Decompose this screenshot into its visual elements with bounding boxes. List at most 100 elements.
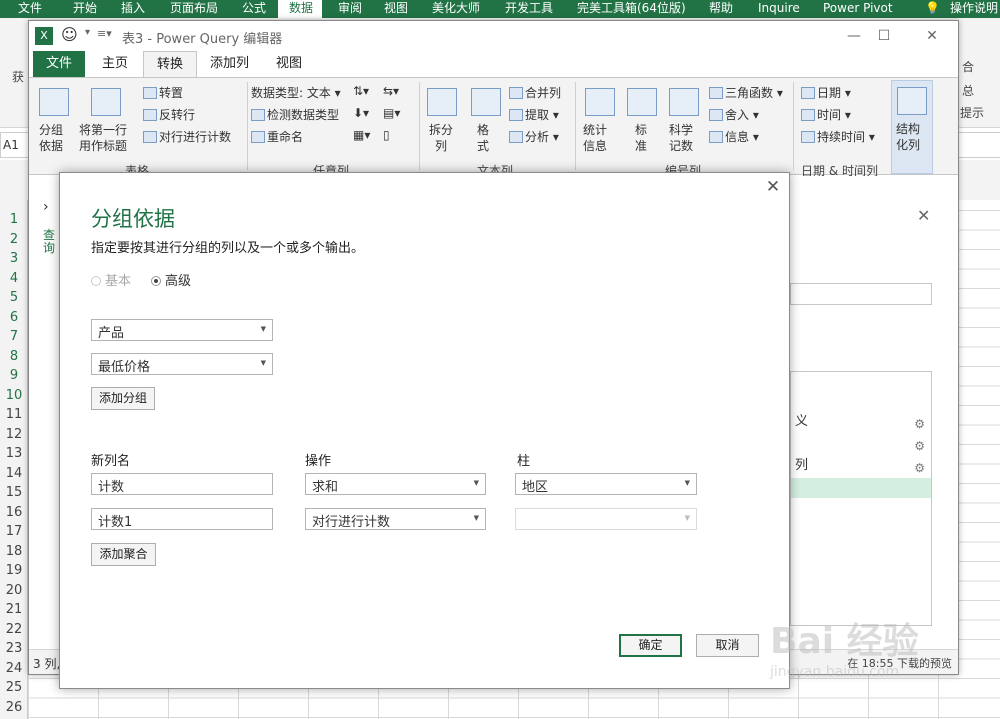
row-header[interactable]: 12 — [0, 427, 28, 442]
gear-icon[interactable]: ⚙ — [914, 458, 925, 478]
date-button[interactable]: 日期 ▾ — [801, 84, 851, 101]
excel-namebox[interactable]: A1 — [0, 132, 30, 158]
count-rows-button[interactable]: 对行进行计数 — [143, 128, 231, 145]
minimize-icon[interactable]: — — [839, 25, 869, 47]
time-button[interactable]: 时间 ▾ — [801, 106, 851, 123]
column-select[interactable]: 地区 — [515, 473, 697, 495]
step-item[interactable]: ⚙ — [791, 434, 931, 454]
unpivot-icon[interactable]: ▯ — [383, 128, 390, 142]
add-group-button[interactable]: 添加分组 — [91, 387, 155, 410]
new-column-name-input[interactable]: 计数1 — [91, 508, 273, 530]
row-header[interactable]: 24 — [0, 661, 28, 676]
excel-tab-developer[interactable]: 开发工具 — [505, 0, 553, 16]
information-button[interactable]: 信息 ▾ — [709, 128, 759, 145]
format-button[interactable]: 格 式 — [477, 122, 489, 154]
row-header[interactable]: 22 — [0, 622, 28, 637]
chevron-down-icon[interactable]: ▾ — [85, 27, 90, 38]
group-by-select-2[interactable]: 最低价格 — [91, 353, 273, 375]
first-row-header-button[interactable]: 将第一行 用作标题 — [79, 122, 127, 154]
query-name-input[interactable] — [790, 283, 932, 305]
maximize-icon[interactable]: ☐ — [869, 25, 899, 47]
data-type-dropdown[interactable]: 数据类型: 文本 ▾ — [251, 84, 341, 101]
reverse-rows-button[interactable]: 反转行 — [143, 106, 195, 123]
new-column-name-input[interactable]: 计数 — [91, 473, 273, 495]
quick-access-icon[interactable]: ≡▾ — [97, 27, 112, 40]
close-icon[interactable]: ✕ — [763, 177, 783, 197]
row-header[interactable]: 9 — [0, 368, 28, 383]
row-header[interactable]: 23 — [0, 641, 28, 656]
row-header[interactable]: 1 — [0, 212, 28, 227]
scientific-button[interactable]: 科学 记数 — [669, 122, 693, 154]
cancel-button[interactable]: 取消 — [696, 634, 759, 657]
row-header[interactable]: 11 — [0, 407, 28, 422]
split-column-button[interactable]: 拆分 列 — [429, 122, 453, 154]
operation-select[interactable]: 求和 — [305, 473, 486, 495]
detect-type-button[interactable]: 检测数据类型 — [251, 106, 339, 123]
row-header[interactable]: 2 — [0, 232, 28, 247]
merge-columns-button[interactable]: 合并列 — [509, 84, 561, 101]
step-item[interactable]: 列 ⚙ — [791, 456, 931, 476]
settings-close-icon[interactable]: ✕ — [917, 206, 930, 225]
group-by-button[interactable]: 分组 依据 — [39, 122, 63, 154]
extract-button[interactable]: 提取 ▾ — [509, 106, 559, 123]
move-icon[interactable]: ⇆▾ — [383, 84, 399, 98]
excel-tab-file[interactable]: 文件 — [18, 0, 42, 16]
excel-tab-home[interactable]: 开始 — [73, 0, 97, 16]
lightbulb-icon[interactable]: 💡 — [925, 0, 940, 16]
pivot-icon[interactable]: ▦▾ — [353, 128, 370, 142]
excel-tab-layout[interactable]: 页面布局 — [170, 0, 218, 16]
standard-button[interactable]: 标 准 — [635, 122, 647, 154]
excel-tab-view[interactable]: 视图 — [384, 0, 408, 16]
row-header[interactable]: 5 — [0, 290, 28, 305]
rename-button[interactable]: 重命名 — [251, 128, 303, 145]
row-header[interactable]: 10 — [0, 388, 28, 403]
excel-tab-powerpivot[interactable]: Power Pivot — [823, 0, 893, 16]
excel-tab-inquire[interactable]: Inquire — [758, 0, 800, 16]
row-header[interactable]: 21 — [0, 602, 28, 617]
chevron-right-icon[interactable]: › — [43, 199, 49, 215]
excel-tab-data[interactable]: 数据 — [289, 0, 313, 16]
excel-tab-formulas[interactable]: 公式 — [242, 0, 266, 16]
row-header[interactable]: 4 — [0, 271, 28, 286]
tab-home[interactable]: 主页 — [89, 51, 141, 77]
row-header[interactable]: 25 — [0, 680, 28, 695]
excel-tab-beautify[interactable]: 美化大师 — [432, 0, 480, 16]
tab-file[interactable]: 文件 — [33, 51, 86, 77]
trig-button[interactable]: 三角函数 ▾ — [709, 84, 783, 101]
step-item-selected[interactable] — [791, 478, 931, 498]
tab-add-column[interactable]: 添加列 — [197, 51, 262, 77]
row-header[interactable]: 6 — [0, 310, 28, 325]
group-by-select-1[interactable]: 产品 — [91, 319, 273, 341]
rounding-button[interactable]: 舍入 ▾ — [709, 106, 759, 123]
excel-tab-toolbox[interactable]: 完美工具箱(64位版) — [577, 0, 686, 16]
row-header[interactable]: 14 — [0, 466, 28, 481]
row-header[interactable]: 18 — [0, 544, 28, 559]
excel-tab-tellme[interactable]: 操作说明 — [950, 0, 998, 16]
ok-button[interactable]: 确定 — [619, 634, 682, 657]
row-header[interactable]: 20 — [0, 583, 28, 598]
add-aggregation-button[interactable]: 添加聚合 — [91, 543, 156, 566]
transpose-button[interactable]: 转置 — [143, 84, 183, 101]
window-close-icon[interactable]: ✕ — [917, 25, 947, 47]
fill-icon[interactable]: ⬇▾ — [353, 106, 369, 120]
excel-tab-insert[interactable]: 插入 — [121, 0, 145, 16]
excel-tab-review[interactable]: 审阅 — [338, 0, 362, 16]
excel-tab-help[interactable]: 帮助 — [709, 0, 733, 16]
row-header[interactable]: 8 — [0, 349, 28, 364]
duration-button[interactable]: 持续时间 ▾ — [801, 128, 875, 145]
row-header[interactable]: 17 — [0, 524, 28, 539]
row-header[interactable]: 3 — [0, 251, 28, 266]
parse-button[interactable]: 分析 ▾ — [509, 128, 559, 145]
row-header[interactable]: 13 — [0, 446, 28, 461]
row-header[interactable]: 15 — [0, 485, 28, 500]
convert-list-icon[interactable]: ▤▾ — [383, 106, 400, 120]
structured-column-button[interactable]: 结构 化列 — [891, 80, 933, 174]
row-header[interactable]: 16 — [0, 505, 28, 520]
gear-icon[interactable]: ⚙ — [914, 436, 925, 456]
tab-transform[interactable]: 转换 — [143, 51, 198, 77]
gear-icon[interactable]: ⚙ — [914, 414, 925, 434]
queries-pane-label[interactable]: 查询 — [43, 229, 57, 255]
smiley-icon[interactable]: ☺ — [61, 25, 78, 44]
row-header[interactable]: 26 — [0, 700, 28, 715]
operation-select[interactable]: 对行进行计数 — [305, 508, 486, 530]
